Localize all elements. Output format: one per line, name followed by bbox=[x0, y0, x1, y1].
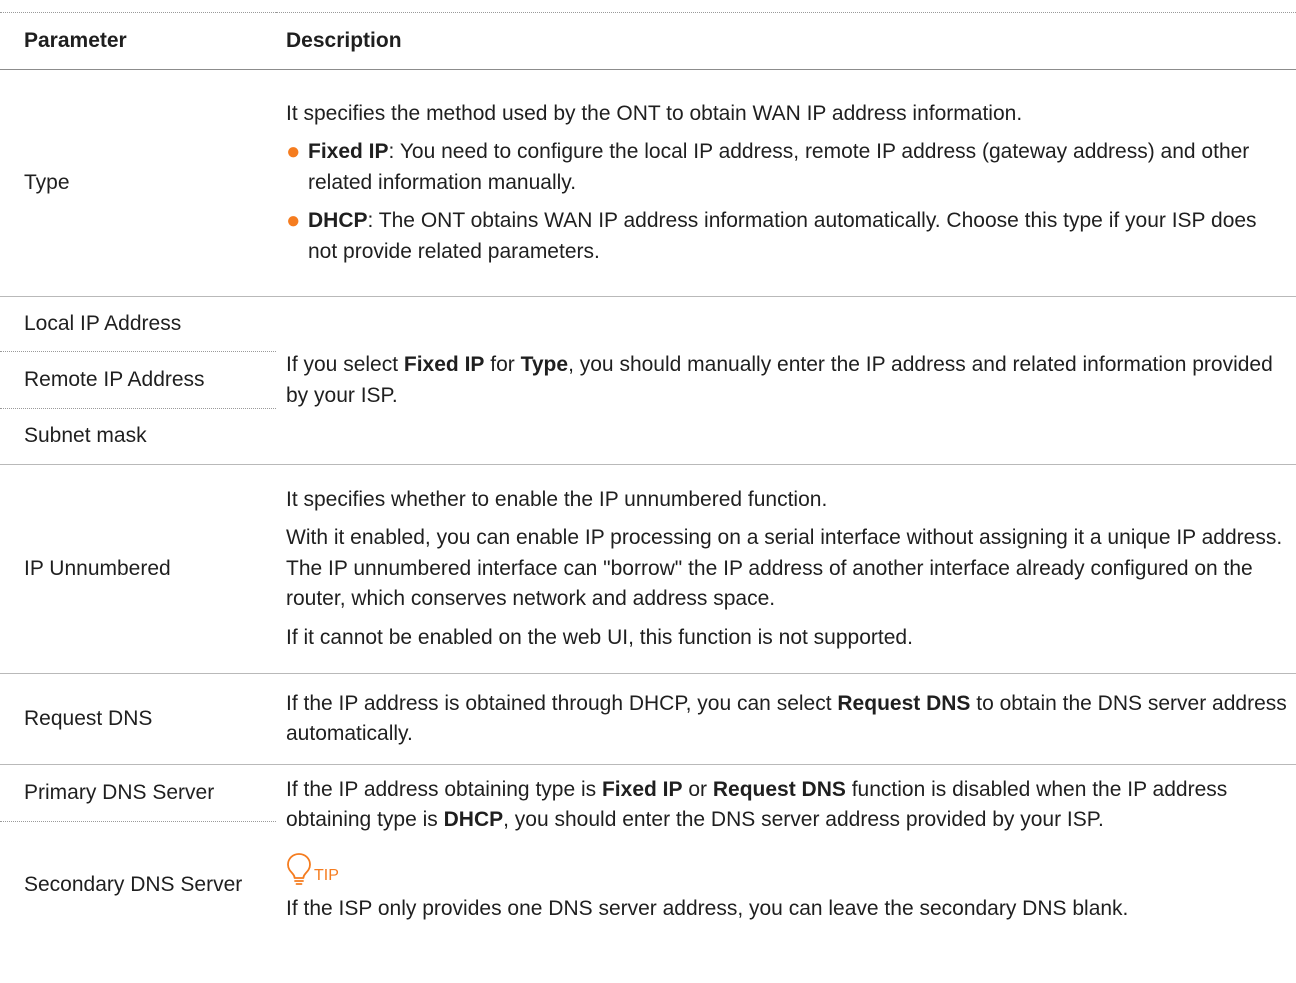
tip-text: If the ISP only provides one DNS server … bbox=[286, 896, 1129, 920]
tip-label: TIP bbox=[314, 866, 339, 884]
desc-ip-unnumbered: It specifies whether to enable the IP un… bbox=[276, 464, 1296, 674]
list-item: ● Fixed IP: You need to configure the lo… bbox=[286, 137, 1290, 198]
table-row-request-dns: Request DNS If the IP address is obtaine… bbox=[0, 673, 1296, 765]
param-local-ip: Local IP Address bbox=[0, 296, 276, 352]
list-item: ● DHCP: The ONT obtains WAN IP address i… bbox=[286, 206, 1290, 267]
param-subnet-mask: Subnet mask bbox=[0, 408, 276, 465]
desc-ip-group: If you select Fixed IP for Type, you sho… bbox=[276, 296, 1296, 465]
table-row-local-ip: Local IP Address If you select Fixed IP … bbox=[0, 296, 1296, 465]
table-header: Parameter Description bbox=[0, 12, 1296, 70]
desc-type: It specifies the method used by the ONT … bbox=[276, 69, 1296, 297]
param-primary-dns: Primary DNS Server bbox=[0, 764, 276, 822]
top-rule bbox=[0, 0, 1296, 13]
tip-heading: TIP bbox=[286, 850, 1290, 886]
bullet-text: : The ONT obtains WAN IP address informa… bbox=[308, 209, 1257, 263]
bullet-dot-icon: ● bbox=[286, 138, 301, 166]
desc-request-dns: If the IP address is obtained through DH… bbox=[276, 673, 1296, 765]
header-description: Description bbox=[276, 12, 1296, 70]
param-request-dns: Request DNS bbox=[0, 673, 276, 765]
bullet-term: DHCP bbox=[308, 209, 368, 233]
param-remote-ip: Remote IP Address bbox=[0, 351, 276, 409]
param-secondary-dns: Secondary DNS Server bbox=[24, 873, 243, 896]
parameter-document: Parameter Description Type It specifies … bbox=[0, 0, 1296, 972]
bullet-term: Fixed IP bbox=[308, 140, 389, 164]
parameter-table: Parameter Description Type It specifies … bbox=[0, 0, 1296, 972]
table-row-ip-unnumbered: IP Unnumbered It specifies whether to en… bbox=[0, 464, 1296, 674]
desc-dns-servers: If the IP address obtaining type is Fixe… bbox=[276, 765, 1296, 972]
bullet-text: : You need to configure the local IP add… bbox=[308, 140, 1250, 194]
param-type: Type bbox=[0, 69, 276, 297]
table-row-type: Type It specifies the method used by the… bbox=[0, 69, 1296, 297]
header-parameter: Parameter bbox=[0, 12, 276, 70]
lightbulb-icon bbox=[287, 852, 311, 885]
param-ip-unnumbered: IP Unnumbered bbox=[0, 464, 276, 674]
table-row-primary-dns: Primary DNS Server If the IP address obt… bbox=[0, 764, 1296, 920]
bullet-dot-icon: ● bbox=[286, 207, 301, 235]
desc-type-intro: It specifies the method used by the ONT … bbox=[286, 101, 1023, 125]
